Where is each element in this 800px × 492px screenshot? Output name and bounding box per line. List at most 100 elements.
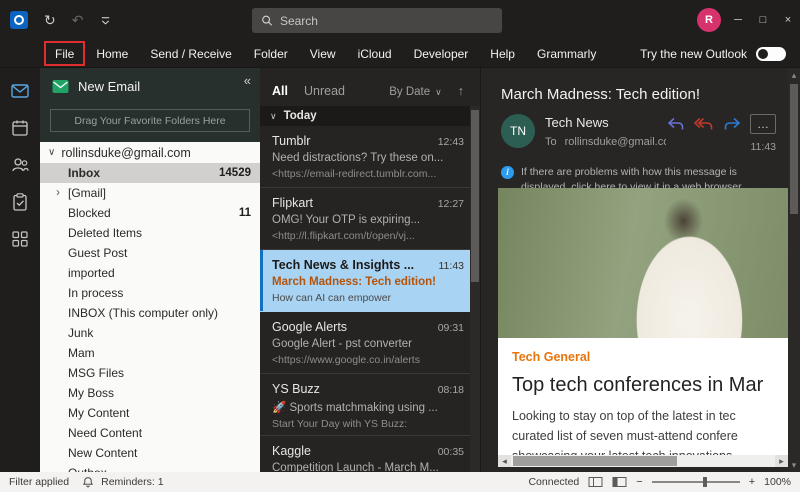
folder-mam[interactable]: Mam	[40, 343, 260, 363]
reply-all-icon[interactable]	[694, 116, 714, 132]
message-item-kaggle[interactable]: Kaggle00:35 Competition Launch - March M…	[260, 436, 470, 472]
folder-in-process[interactable]: In process	[40, 283, 260, 303]
folder-name: Need Content	[68, 426, 142, 440]
tab-folder-label: Folder	[254, 47, 288, 61]
tab-folder[interactable]: Folder	[243, 40, 299, 68]
message-item-flipkart[interactable]: Flipkart12:27 OMG! Your OTP is expiring.…	[260, 188, 470, 250]
zoom-slider[interactable]	[652, 481, 740, 483]
sort-direction-icon[interactable]: ↑	[458, 84, 464, 98]
email-header: TN Tech News To rollinsduke@gmail.com	[481, 103, 788, 153]
customize-toolbar-icon[interactable]	[99, 14, 112, 27]
scrollbar-track[interactable]	[511, 455, 775, 467]
folder-name: Guest Post	[68, 246, 127, 260]
favorites-drop-zone[interactable]: Drag Your Favorite Folders Here	[50, 109, 250, 132]
account-row[interactable]: ∨ rollinsduke@gmail.com	[40, 142, 260, 163]
scrollbar-thumb[interactable]	[790, 84, 798, 214]
folder-junk[interactable]: Junk	[40, 323, 260, 343]
folder-inbox-this-computer[interactable]: INBOX (This computer only)	[40, 303, 260, 323]
message-item-tumblr[interactable]: Tumblr12:43 Need distractions? Try these…	[260, 126, 470, 188]
message-time: 00:35	[438, 446, 464, 458]
tab-file[interactable]: File	[44, 40, 85, 68]
search-input[interactable]	[280, 14, 493, 28]
tab-home[interactable]: Home	[85, 40, 139, 68]
folder-need-content[interactable]: Need Content	[40, 423, 260, 443]
message-sender: Tumblr	[272, 134, 432, 148]
scrollbar-thumb[interactable]	[513, 456, 677, 466]
folder-name: Blocked	[68, 206, 111, 220]
tab-unread[interactable]: Unread	[304, 84, 345, 98]
message-preview: <http://l.flipkart.com/t/open/vj...	[272, 230, 464, 242]
tab-help[interactable]: Help	[479, 40, 526, 68]
folder-imported[interactable]: imported	[40, 263, 260, 283]
newsletter-category[interactable]: Tech General	[512, 350, 788, 364]
horizontal-scrollbar[interactable]: ◂ ▸	[498, 455, 788, 467]
mail-nav-icon[interactable]	[10, 81, 30, 101]
reading-pane-scrollbar[interactable]: ▴ ▾	[788, 68, 800, 472]
account-avatar[interactable]: R	[697, 8, 721, 32]
message-item-google-alerts[interactable]: Google Alerts09:31 Google Alert - pst co…	[260, 312, 470, 374]
more-actions-button[interactable]: …	[750, 114, 776, 134]
folder-inbox[interactable]: Inbox 14529	[40, 163, 260, 183]
zoom-slider-thumb[interactable]	[703, 477, 707, 487]
calendar-nav-icon[interactable]	[10, 118, 30, 138]
tab-grammarly[interactable]: Grammarly	[526, 40, 607, 68]
message-sender: Tech News & Insights ...	[272, 258, 433, 272]
tab-developer[interactable]: Developer	[403, 40, 480, 68]
message-list-scrollbar[interactable]	[470, 106, 480, 472]
tab-send-receive[interactable]: Send / Receive	[139, 40, 242, 68]
new-email-button[interactable]: New Email	[52, 79, 140, 94]
tab-file-label: File	[55, 47, 74, 61]
undo-icon[interactable]: ↶	[72, 13, 84, 27]
search-bar[interactable]	[252, 8, 502, 33]
tab-view[interactable]: View	[299, 40, 347, 68]
scroll-up-icon[interactable]: ▴	[788, 68, 800, 82]
collapse-pane-icon[interactable]: «	[244, 73, 251, 88]
minimize-button[interactable]: ─	[730, 14, 746, 26]
tasks-nav-icon[interactable]	[10, 192, 30, 212]
sender-name[interactable]: Tech News	[545, 115, 666, 130]
tab-icloud[interactable]: iCloud	[347, 40, 403, 68]
folder-name: My Content	[68, 406, 129, 420]
maximize-button[interactable]: □	[755, 14, 771, 26]
zoom-in-button[interactable]: +	[749, 476, 755, 488]
folder-name: MSG Files	[68, 366, 124, 380]
folder-blocked[interactable]: Blocked 11	[40, 203, 260, 223]
zoom-level[interactable]: 100%	[764, 476, 791, 488]
sender-avatar[interactable]: TN	[501, 114, 535, 148]
reading-view-icon[interactable]	[612, 476, 627, 488]
reminders-status[interactable]: Reminders: 1	[101, 476, 163, 488]
folder-new-content[interactable]: New Content	[40, 443, 260, 463]
scroll-right-icon[interactable]: ▸	[775, 455, 788, 467]
people-nav-icon[interactable]	[10, 155, 30, 175]
close-button[interactable]: ×	[780, 14, 796, 26]
folder-gmail[interactable]: › [Gmail]	[40, 183, 260, 203]
tab-all[interactable]: All	[272, 84, 288, 98]
scroll-down-icon[interactable]: ▾	[788, 458, 800, 472]
forward-icon[interactable]	[722, 116, 742, 132]
message-preview: How can AI can empower	[272, 292, 464, 304]
tab-view-label: View	[310, 47, 336, 61]
new-outlook-toggle[interactable]	[756, 47, 786, 61]
scrollbar-thumb[interactable]	[471, 110, 479, 282]
folder-msg-files[interactable]: MSG Files	[40, 363, 260, 383]
folder-pane: New Email « Drag Your Favorite Folders H…	[40, 68, 260, 472]
connection-status[interactable]: Connected	[528, 476, 579, 488]
folder-guest-post[interactable]: Guest Post	[40, 243, 260, 263]
send-receive-sync-icon[interactable]: ↻	[44, 13, 56, 27]
scroll-left-icon[interactable]: ◂	[498, 455, 511, 467]
tab-home-label: Home	[96, 47, 128, 61]
normal-view-icon[interactable]	[588, 476, 603, 488]
message-item-ys-buzz[interactable]: YS Buzz08:18 🚀 Sports matchmaking using …	[260, 374, 470, 436]
more-apps-icon[interactable]	[10, 229, 30, 249]
folder-my-content[interactable]: My Content	[40, 403, 260, 423]
folder-my-boss[interactable]: My Boss	[40, 383, 260, 403]
message-subject: OMG! Your OTP is expiring...	[272, 214, 464, 226]
reply-icon[interactable]	[666, 116, 686, 132]
recipient-email[interactable]: rollinsduke@gmail.com	[565, 136, 666, 148]
folder-deleted-items[interactable]: Deleted Items	[40, 223, 260, 243]
folder-outbox[interactable]: Outbox	[40, 463, 260, 472]
sort-by-date-dropdown[interactable]: By Date ∨	[389, 86, 442, 98]
message-item-tech-news-selected[interactable]: Tech News & Insights ...11:43 March Madn…	[260, 250, 470, 312]
zoom-out-button[interactable]: −	[636, 476, 642, 488]
group-header-today[interactable]: ∨ Today	[260, 106, 480, 126]
